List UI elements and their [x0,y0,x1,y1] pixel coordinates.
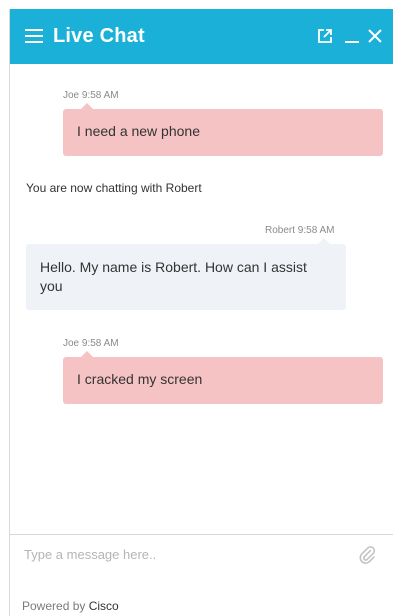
chat-title: Live Chat [53,25,145,47]
message-composer [10,534,393,576]
user-message-bubble: I cracked my screen [63,351,383,404]
message-meta: Robert 9:58 AM [265,225,335,236]
popout-icon[interactable] [316,27,334,45]
powered-by-label: Powered by [22,599,86,613]
paperclip-icon[interactable] [358,544,376,564]
powered-by-footer: Powered by Cisco [22,599,119,613]
message-text: I cracked my screen [77,371,203,387]
agent-message-bubble: Hello. My name is Robert. How can I assi… [26,238,346,310]
message-text: I need a new phone [77,123,200,139]
message-list: Joe 9:58 AM I need a new phone You are n… [10,64,393,534]
close-icon[interactable] [366,27,384,45]
system-message: You are now chatting with Robert [26,181,202,195]
minimize-icon[interactable] [343,27,361,45]
message-text: Hello. My name is Robert. How can I assi… [40,259,307,294]
chat-widget: Live Chat Joe 9:58 AM I need a new phone… [9,9,393,616]
message-meta: Joe 9:58 AM [63,90,119,101]
hamburger-menu-icon[interactable] [25,29,43,43]
chat-header: Live Chat [10,9,393,64]
user-message-bubble: I need a new phone [63,103,383,156]
message-meta: Joe 9:58 AM [63,338,119,349]
brand-name: Cisco [88,599,119,613]
message-input[interactable] [24,544,344,564]
